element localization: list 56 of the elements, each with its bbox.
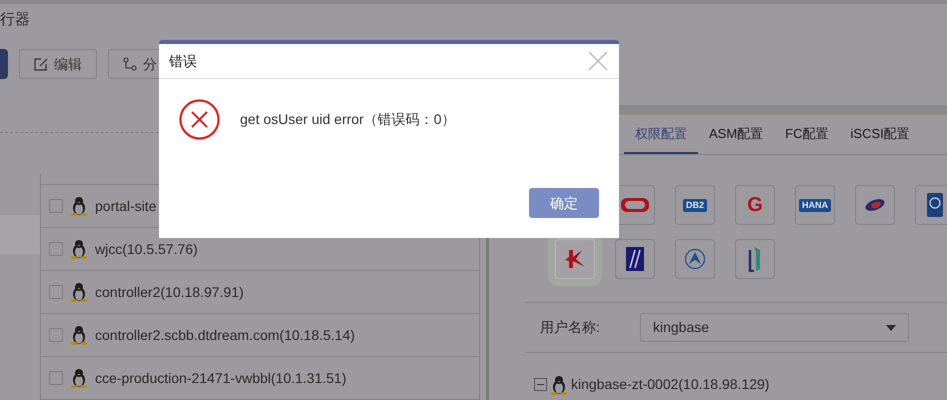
toolbar-button[interactable]: 编辑: [19, 49, 97, 79]
tab[interactable]: FC配置: [774, 115, 840, 154]
k-logo-icon: [564, 248, 586, 270]
database-tile[interactable]: DB2: [675, 185, 715, 225]
penguin-icon: [550, 374, 568, 394]
row-checkbox[interactable]: [49, 371, 63, 385]
user-name-select[interactable]: kingbase: [640, 313, 909, 342]
tab[interactable]: ASM配置: [698, 115, 774, 154]
database-tile[interactable]: [855, 185, 895, 225]
penguin-icon: [70, 196, 88, 216]
moon-logo-icon: [926, 192, 944, 218]
host-name: portal-site: [95, 196, 156, 216]
dialog-title: 错误: [169, 52, 197, 70]
branch-icon: [123, 57, 137, 71]
tab[interactable]: iSCSI配置: [840, 115, 921, 154]
host-row[interactable]: controller2(10.18.97.91): [41, 271, 480, 314]
close-icon: [588, 51, 608, 71]
host-row[interactable]: cce-production-21471-vwbbl(10.1.31.51): [41, 357, 480, 400]
close-button[interactable]: [587, 50, 609, 72]
error-icon: [179, 99, 220, 140]
database-tile[interactable]: [915, 185, 947, 225]
tree-node-label[interactable]: kingbase-zt-0002(10.18.98.129): [571, 374, 770, 395]
row-checkbox[interactable]: [49, 242, 63, 256]
primary-button[interactable]: [0, 49, 8, 79]
host-name: wjcc(10.5.57.76): [95, 240, 198, 259]
database-tile[interactable]: [735, 239, 775, 279]
database-tile[interactable]: [615, 239, 655, 279]
tab[interactable]: 权限配置: [624, 115, 698, 154]
tree-toggle[interactable]: [534, 378, 547, 391]
penguin-icon: [70, 282, 88, 302]
caret-icon: [886, 324, 896, 330]
page-title: 行器: [0, 10, 30, 30]
user-name-label: 用户名称:: [540, 318, 601, 337]
host-name: cce-production-21471-vwbbl(10.1.31.51): [95, 368, 346, 388]
logo-badge-icon: DB2: [682, 198, 707, 212]
ring-logo-icon: [620, 197, 650, 213]
peak-logo-icon: [684, 248, 706, 270]
confirm-button[interactable]: 确定: [529, 188, 599, 218]
letter-logo-icon: G: [747, 195, 763, 215]
swirl-logo-icon: [864, 198, 886, 212]
bracket-logo-icon: [748, 246, 762, 272]
penguin-icon: [70, 239, 88, 259]
row-checkbox[interactable]: [49, 199, 63, 213]
host-row[interactable]: controller2.scbb.dtdream.com(10.18.5.14): [41, 314, 480, 357]
logo-badge-icon: HANA: [799, 198, 831, 212]
database-tile[interactable]: [675, 239, 715, 279]
edit-icon: [34, 58, 48, 70]
row-checkbox[interactable]: [49, 328, 63, 342]
penguin-icon: [70, 325, 88, 345]
host-name: controller2.scbb.dtdream.com(10.18.5.14): [95, 326, 355, 345]
row-checkbox[interactable]: [49, 285, 63, 299]
error-message: get osUser uid error（错误码：0）: [240, 110, 456, 129]
penguin-icon: [70, 368, 88, 388]
host-name: controller2(10.18.97.91): [95, 282, 244, 302]
slash-logo-icon: [626, 247, 644, 271]
database-tile[interactable]: HANA: [795, 185, 835, 225]
